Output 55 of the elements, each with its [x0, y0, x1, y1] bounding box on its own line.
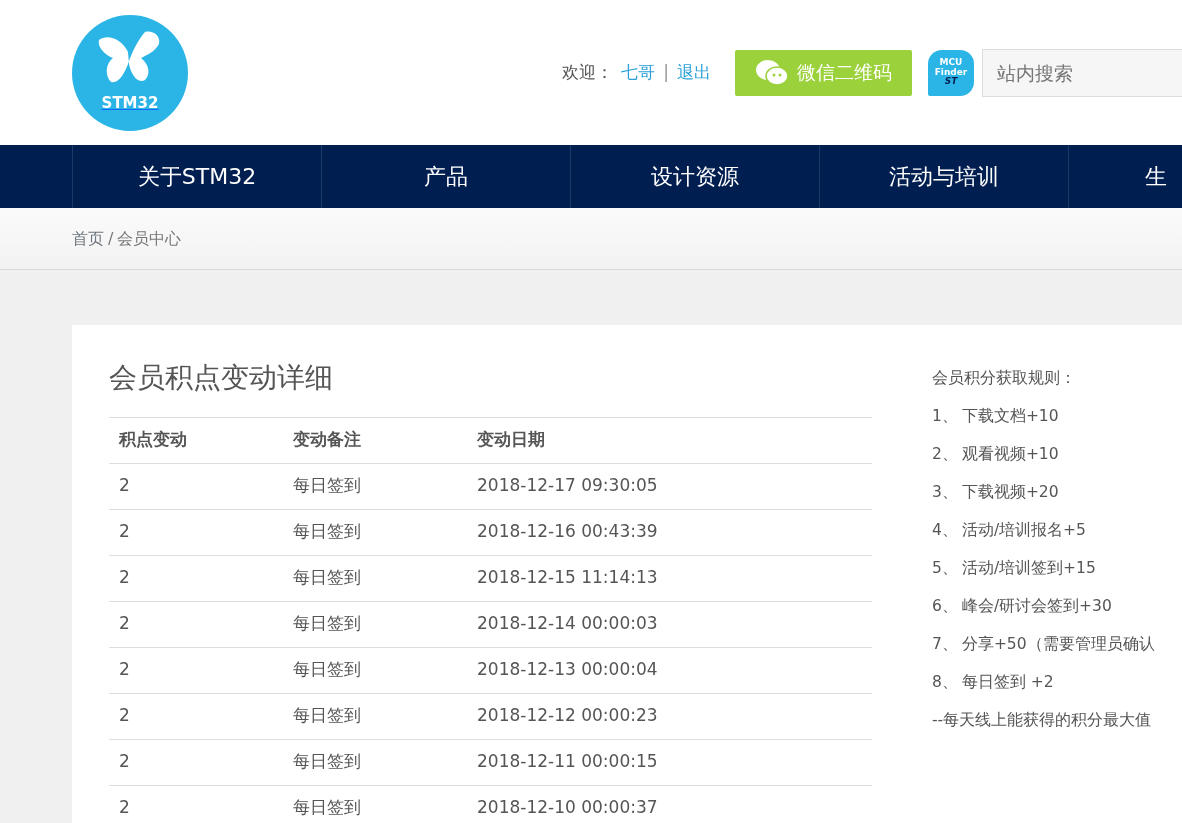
logo-text: STM32	[101, 93, 159, 114]
rules-note: --每天线上能获得的积分最大值	[932, 710, 1153, 731]
table-cell-text: 2018-12-10 00:00:37	[477, 796, 659, 820]
rule-number: 2、	[932, 444, 958, 465]
rule-text: 下载视频+20	[961, 482, 1059, 503]
rule-text: 峰会/研讨会签到+30	[961, 596, 1112, 617]
table-cell-text: 2018-12-11 00:00:15	[477, 750, 659, 774]
rules-heading: 会员积分获取规则：	[932, 368, 1077, 389]
breadcrumb-link[interactable]: 会员中心	[117, 226, 182, 251]
table-cell-text: 每日签到	[293, 750, 362, 774]
table-cell-text: 2018-12-12 00:00:23	[477, 704, 659, 728]
table-cell-text: 2	[118, 520, 131, 544]
breadcrumb-link[interactable]: 首页	[72, 226, 104, 251]
rule-number: 7、	[932, 634, 958, 655]
rule-text: 活动/培训签到+15	[961, 558, 1096, 579]
column-header: 变动备注	[293, 428, 362, 452]
rule-text: 每日签到 +2	[961, 672, 1054, 693]
table-cell-text: 每日签到	[293, 612, 362, 636]
table-cell-text: 2	[118, 704, 131, 728]
breadcrumb-separator: /	[108, 227, 114, 250]
table-cell-text: 每日签到	[293, 658, 362, 682]
table-cell-text: 2	[118, 474, 131, 498]
table-cell-text: 每日签到	[293, 520, 362, 544]
table-cell-text: 2018-12-15 11:14:13	[477, 566, 659, 590]
rule-number: 3、	[932, 482, 958, 503]
mcu-finder-icon[interactable]: MCU Finder ST	[928, 49, 974, 96]
rule-number: 6、	[932, 596, 958, 617]
table-cell-text: 每日签到	[293, 704, 362, 728]
table-cell-text: 2018-12-16 00:43:39	[477, 520, 659, 544]
table-cell-text: 2	[118, 612, 131, 636]
rule-number: 1、	[932, 406, 958, 427]
table-cell-text: 2018-12-13 00:00:04	[477, 658, 659, 682]
rule-text: 活动/培训报名+5	[961, 520, 1086, 541]
column-header: 积点变动	[117, 428, 188, 452]
column-header: 变动日期	[477, 428, 546, 452]
table-cell-text: 2	[118, 750, 131, 774]
wechat-icon	[755, 58, 789, 87]
table-cell-text: 2018-12-14 00:00:03	[477, 612, 659, 636]
rule-number: 5、	[932, 558, 958, 579]
search-field[interactable]: 站内搜索	[982, 48, 1182, 97]
rule-text: 分享+50（需要管理员确认	[961, 634, 1155, 655]
table-cell-text: 每日签到	[293, 796, 362, 820]
rule-number: 4、	[932, 520, 958, 541]
separator-text: |	[663, 60, 669, 84]
rule-number: 8、	[932, 672, 958, 693]
page-title: 会员积点变动详细	[109, 361, 334, 395]
table-cell-text: 2018-12-17 09:30:05	[477, 474, 659, 498]
table-cell-text: 每日签到	[293, 566, 362, 590]
table-cell-text: 2	[118, 796, 131, 820]
table-cell-text: 2	[118, 658, 131, 682]
table-cell-text: 每日签到	[293, 474, 362, 498]
rule-text: 下载文档+10	[961, 406, 1059, 427]
rule-text: 观看视频+10	[961, 444, 1059, 465]
table-cell-text: 2	[118, 566, 131, 590]
welcome-text: 欢迎：	[562, 60, 614, 84]
